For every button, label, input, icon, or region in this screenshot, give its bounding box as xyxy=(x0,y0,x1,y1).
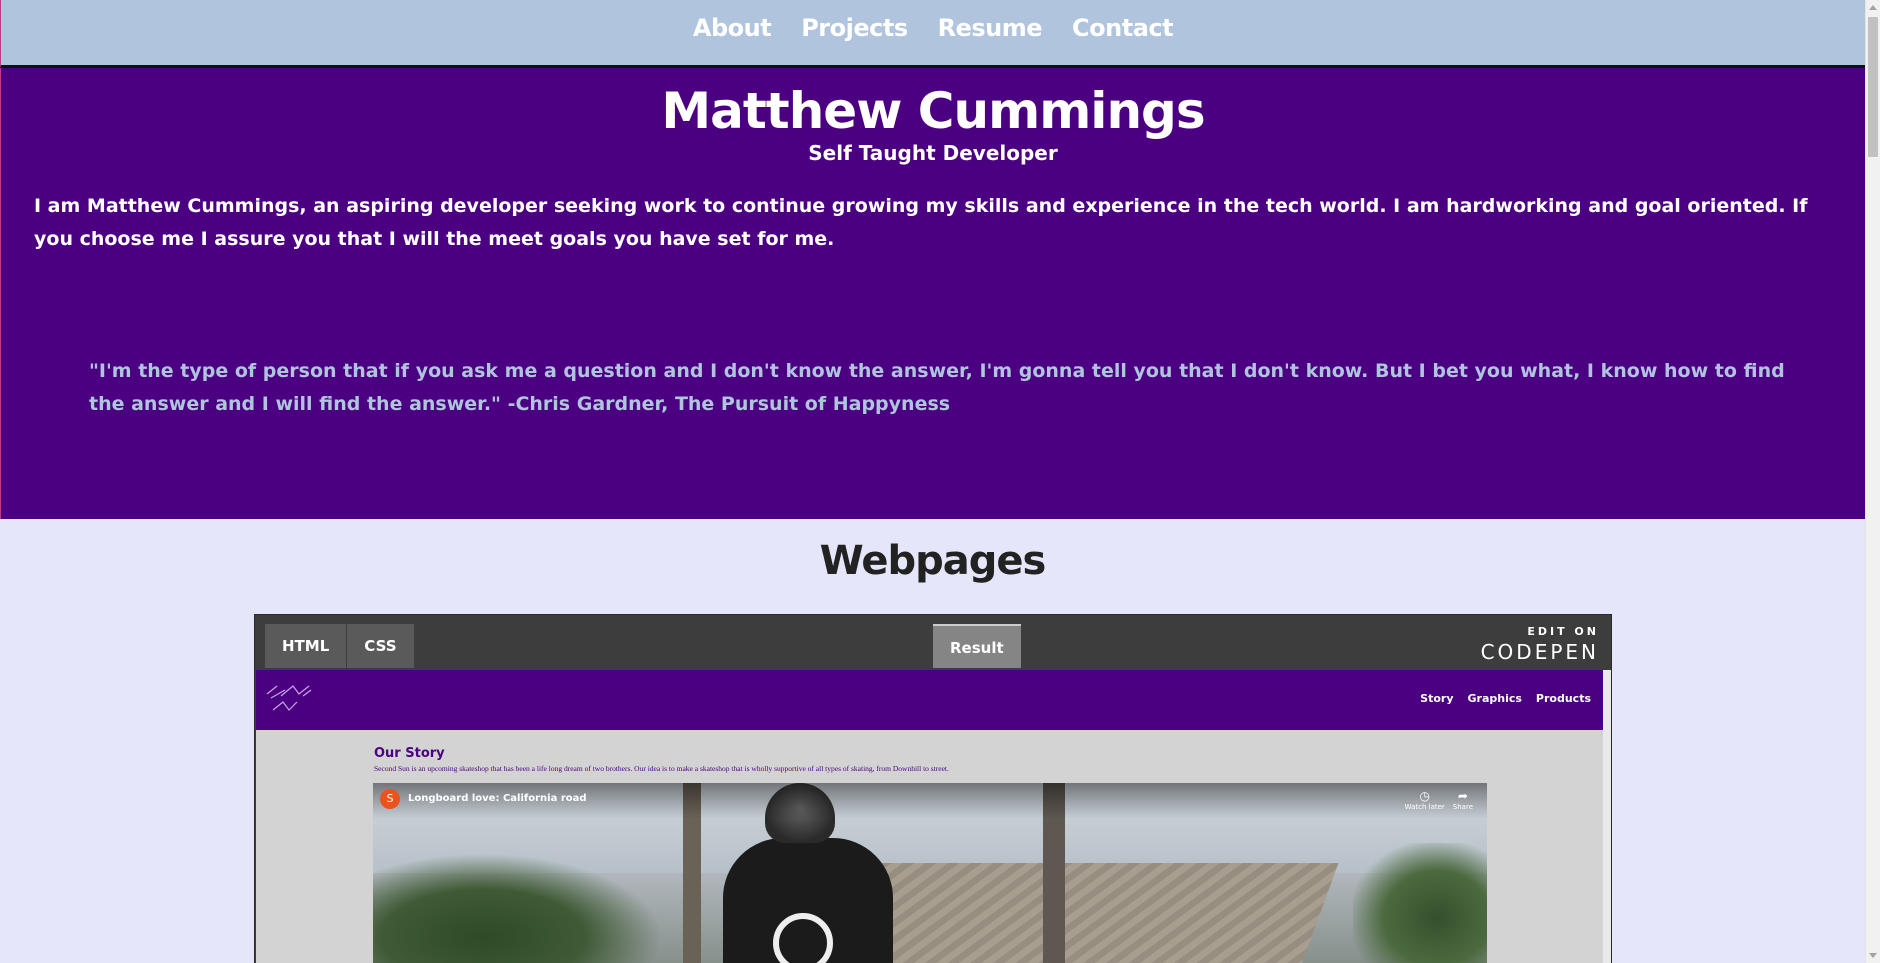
story-text: Second Sun is an upcoming skateshop that… xyxy=(374,764,949,773)
edit-on-codepen-link[interactable]: EDIT ON CODEPEN xyxy=(1481,625,1599,664)
page-scrollbar[interactable] xyxy=(1865,0,1880,963)
embedded-nav-story[interactable]: Story xyxy=(1420,692,1453,705)
codepen-result-frame: Story Graphics Products Our Story Second… xyxy=(256,670,1603,963)
video-palm-right xyxy=(1353,843,1487,963)
embed-scrollbar[interactable] xyxy=(1603,670,1611,963)
scroll-down-arrow-icon[interactable] xyxy=(1869,953,1877,958)
share-button[interactable]: ➦ Share xyxy=(1453,789,1473,811)
page-title: Matthew Cummings xyxy=(661,82,1205,140)
nav-links: About Projects Resume Contact xyxy=(693,14,1174,42)
nav-link-resume[interactable]: Resume xyxy=(938,14,1043,42)
scrollbar-thumb[interactable] xyxy=(1868,17,1878,157)
nav-link-projects[interactable]: Projects xyxy=(801,14,908,42)
embedded-nav-graphics[interactable]: Graphics xyxy=(1468,692,1522,705)
video-palm-left xyxy=(373,853,663,963)
clock-icon: ◷ xyxy=(1419,789,1430,803)
webpages-heading: Webpages xyxy=(819,538,1047,584)
video-title[interactable]: Longboard love: California road xyxy=(408,793,587,804)
embedded-nav-products[interactable]: Products xyxy=(1536,692,1591,705)
share-label: Share xyxy=(1452,803,1473,811)
codepen-logo: CODEPEN xyxy=(1480,640,1599,664)
tab-result[interactable]: Result xyxy=(933,624,1021,668)
tab-html[interactable]: HTML xyxy=(265,624,348,668)
nav-link-contact[interactable]: Contact xyxy=(1072,14,1174,42)
hero-section: Matthew Cummings Self Taught Developer I… xyxy=(0,68,1865,519)
codepen-embed: HTML CSS Result EDIT ON CODEPEN Story Gr… xyxy=(254,614,1612,963)
tab-css[interactable]: CSS xyxy=(347,624,415,668)
story-heading: Our Story xyxy=(374,746,445,761)
watch-later-button[interactable]: ◷ Watch later xyxy=(1405,789,1445,811)
page-content: About Projects Resume Contact Matthew Cu… xyxy=(0,0,1865,963)
embedded-site-nav: Story Graphics Products xyxy=(256,670,1603,730)
youtube-video-embed[interactable]: S Longboard love: California road ◷ Watc… xyxy=(373,783,1487,963)
nav-link-about[interactable]: About xyxy=(693,14,772,42)
top-nav: About Projects Resume Contact xyxy=(0,0,1865,68)
scroll-up-arrow-icon[interactable] xyxy=(1869,5,1877,10)
channel-avatar[interactable]: S xyxy=(380,789,400,809)
codepen-tabs: HTML CSS xyxy=(265,624,415,668)
quote-block: "I'm the type of person that if you ask … xyxy=(89,360,1785,415)
embedded-nav-links: Story Graphics Products xyxy=(1420,692,1591,705)
edit-on-label: EDIT ON xyxy=(1527,625,1599,638)
second-sun-logo xyxy=(266,685,312,711)
intro-paragraph: I am Matthew Cummings, an aspiring devel… xyxy=(34,195,1808,250)
share-icon: ➦ xyxy=(1457,789,1468,803)
watch-later-label: Watch later xyxy=(1404,803,1445,811)
video-actions: ◷ Watch later ➦ Share xyxy=(1405,789,1473,811)
page-subtitle: Self Taught Developer xyxy=(808,141,1058,165)
codepen-header: HTML CSS Result EDIT ON CODEPEN xyxy=(255,615,1611,670)
